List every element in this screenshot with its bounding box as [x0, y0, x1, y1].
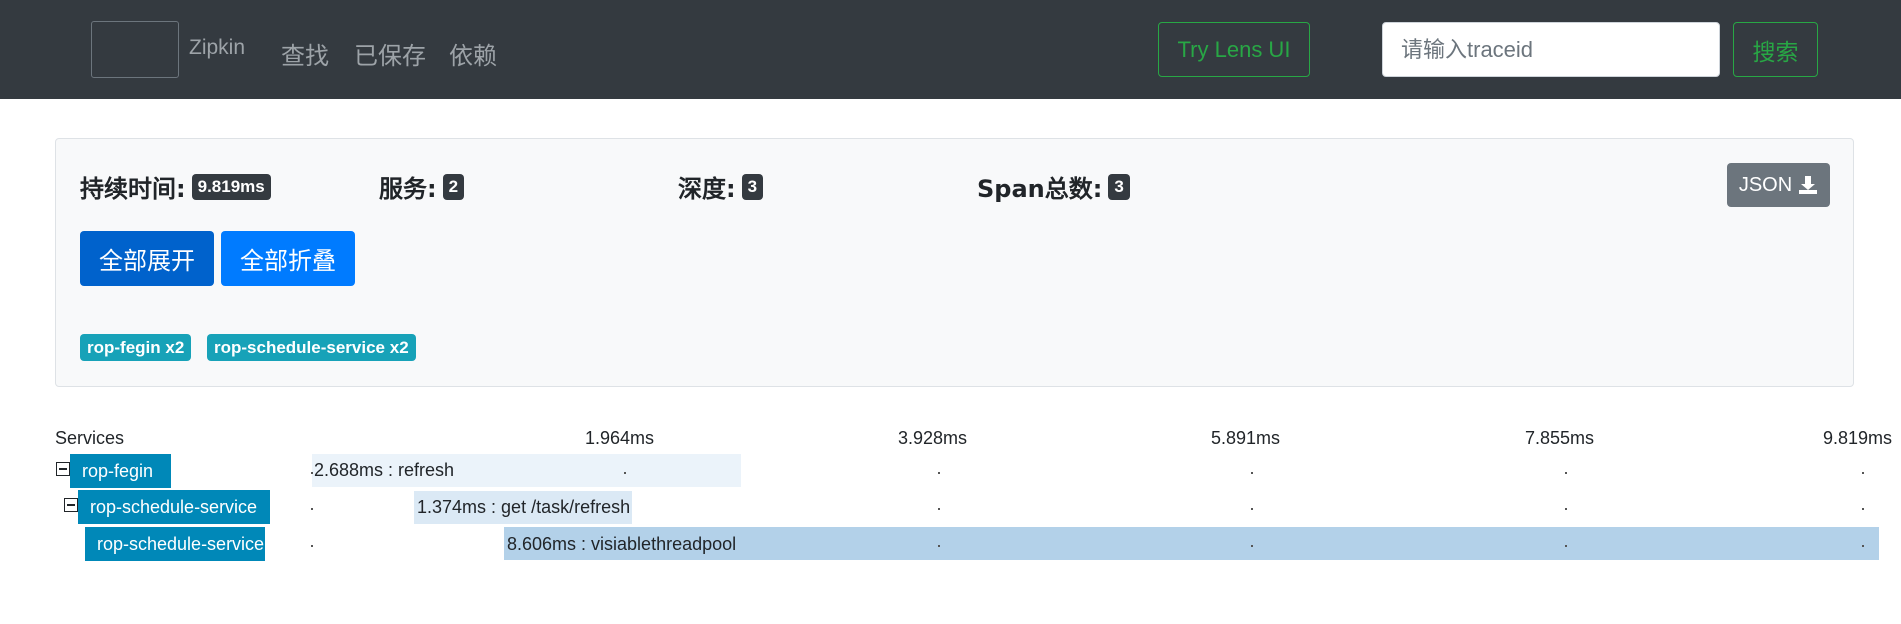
grid-tick [1251, 545, 1253, 547]
depth-stat: 深度: 3 [678, 169, 764, 204]
grid-tick [938, 472, 940, 474]
grid-tick [1565, 472, 1567, 474]
services-column-header: Services [55, 428, 125, 448]
nav-link-dependencies[interactable]: 依赖 [449, 36, 497, 71]
time-tick-label: 9.819ms [1823, 428, 1893, 448]
services-stat: 服务: 2 [379, 169, 465, 204]
span-service-label[interactable]: rop-fegin [70, 454, 171, 488]
time-tick-label: 3.928ms [898, 428, 968, 448]
span-duration-label[interactable]: 1.374ms : get /task/refresh [417, 497, 630, 518]
zipkin-logo[interactable] [91, 21, 179, 78]
traceid-search-input[interactable] [1382, 22, 1720, 77]
time-tick-label: 7.855ms [1525, 428, 1595, 448]
time-tick-label: 1.964ms [585, 428, 655, 448]
nav-link-saved[interactable]: 已保存 [354, 36, 426, 71]
grid-tick [1565, 508, 1567, 510]
grid-tick [1862, 472, 1864, 474]
grid-tick [1862, 508, 1864, 510]
span-service-label[interactable]: rop-schedule-service [85, 527, 265, 561]
span-duration-label[interactable]: 2.688ms : refresh [314, 460, 454, 481]
duration-stat: 持续时间: 9.819ms [80, 169, 271, 204]
top-navbar: Zipkin 查找 已保存 依赖 Try Lens UI 搜索 [0, 0, 1901, 99]
grid-tick [311, 472, 313, 474]
span-count-label: Span总数: [977, 175, 1103, 203]
collapse-toggle-icon[interactable] [56, 462, 70, 476]
grid-tick [624, 472, 626, 474]
duration-badge: 9.819ms [191, 173, 271, 200]
json-button-label: JSON [1738, 173, 1793, 196]
grid-tick [1251, 508, 1253, 510]
trace-summary-card: 持续时间: 9.819ms 服务: 2 深度: 3 Span总数: 3 JSON… [55, 138, 1854, 387]
grid-tick [311, 545, 313, 547]
grid-tick [938, 508, 940, 510]
download-icon [1799, 176, 1818, 194]
span-count-stat: Span总数: 3 [977, 169, 1130, 204]
json-download-button[interactable]: JSON [1727, 163, 1830, 207]
depth-badge: 3 [741, 173, 764, 200]
grid-tick [1565, 545, 1567, 547]
services-label: 服务: [379, 175, 437, 203]
span-duration-label[interactable]: 8.606ms : visiablethreadpool [507, 534, 736, 555]
time-tick-label: 5.891ms [1211, 428, 1281, 448]
grid-tick [1862, 545, 1864, 547]
collapse-toggle-icon[interactable] [64, 498, 78, 512]
span-service-label[interactable]: rop-schedule-service [78, 490, 270, 524]
service-filter-badge-rop-schedule-service[interactable]: rop-schedule-service x2 [207, 334, 416, 361]
brand-name[interactable]: Zipkin [189, 36, 245, 60]
service-filter-badge-rop-fegin[interactable]: rop-fegin x2 [80, 334, 192, 361]
depth-label: 深度: [678, 175, 736, 203]
collapse-all-button[interactable]: 全部折叠 [221, 231, 355, 286]
nav-link-find[interactable]: 查找 [281, 36, 329, 71]
services-badge: 2 [442, 173, 465, 200]
grid-tick [1251, 472, 1253, 474]
grid-tick [938, 545, 940, 547]
try-lens-ui-button[interactable]: Try Lens UI [1158, 22, 1310, 77]
grid-tick [311, 508, 313, 510]
duration-label: 持续时间: [80, 175, 186, 203]
expand-all-button[interactable]: 全部展开 [80, 231, 214, 286]
search-button[interactable]: 搜索 [1733, 22, 1818, 77]
span-count-badge: 3 [1108, 173, 1130, 200]
